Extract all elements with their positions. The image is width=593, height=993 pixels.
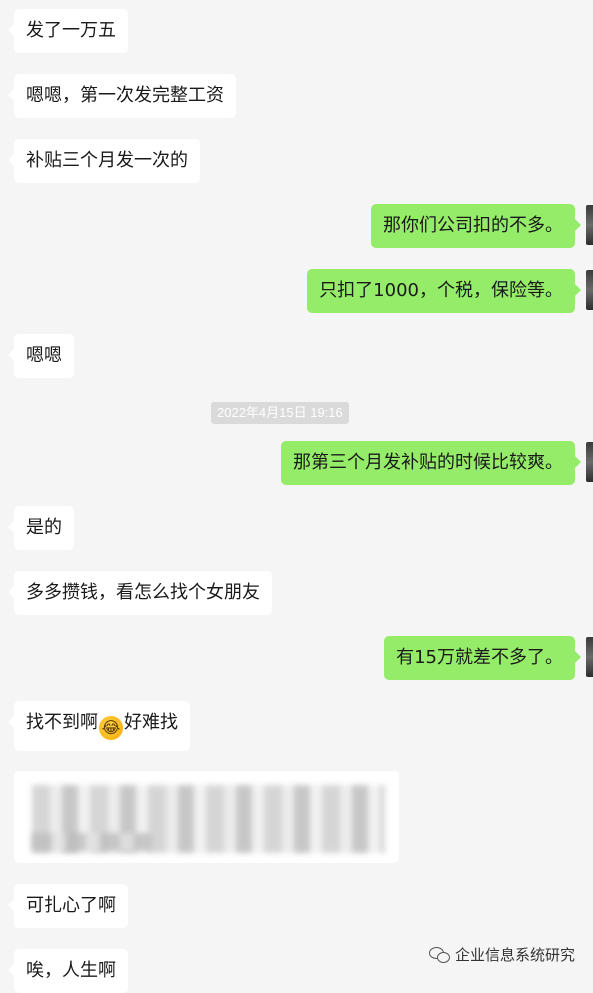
avatar[interactable] xyxy=(586,442,593,482)
message-bubble[interactable]: 可扎心了啊 xyxy=(8,884,128,928)
message-text: 那第三个月发补贴的时候比较爽。 xyxy=(293,452,563,473)
message-bubble[interactable]: 嗯嗯，第一次发完整工资 xyxy=(8,74,236,118)
message-text: 找不到啊 xyxy=(26,712,98,733)
message-bubble[interactable]: 唉，人生啊 xyxy=(8,949,128,993)
message-bubble[interactable]: 那你们公司扣的不多。 xyxy=(371,204,581,248)
message-text: 好难找 xyxy=(124,712,178,733)
message-text: 补贴三个月发一次的 xyxy=(26,150,188,171)
message-bubble[interactable]: 多多攒钱，看怎么找个女朋友 xyxy=(8,571,272,615)
avatar[interactable] xyxy=(586,205,593,245)
message-bubble[interactable]: 嗯嗯 xyxy=(8,334,74,378)
message-bubble[interactable]: 发了一万五 xyxy=(8,9,128,53)
message-text: 唉，人生啊 xyxy=(26,960,116,981)
watermark: 企业信息系统研究 xyxy=(428,944,575,965)
avatar[interactable] xyxy=(586,270,593,310)
message-text: 那你们公司扣的不多。 xyxy=(383,215,563,236)
watermark-text: 企业信息系统研究 xyxy=(454,946,575,964)
laughing-crying-emoji-icon: 😂 xyxy=(99,716,123,740)
message-bubble[interactable]: 只扣了1000，个税，保险等。 xyxy=(307,269,581,313)
message-bubble[interactable]: 那第三个月发补贴的时候比较爽。 xyxy=(281,441,581,485)
message-text: 嗯嗯 xyxy=(26,345,62,366)
message-bubble[interactable]: 补贴三个月发一次的 xyxy=(8,139,200,183)
message-bubble[interactable]: 有15万就差不多了。 xyxy=(384,636,581,680)
message-text: 嗯嗯，第一次发完整工资 xyxy=(26,85,224,106)
message-text: 可扎心了啊 xyxy=(26,895,116,916)
avatar[interactable] xyxy=(586,637,593,677)
message-text: 多多攒钱，看怎么找个女朋友 xyxy=(26,582,260,603)
chat-timestamp: 2022年4月15日 19:16 xyxy=(211,402,349,424)
message-text: 发了一万五 xyxy=(26,20,116,41)
message-bubble[interactable]: 是的 xyxy=(8,506,74,550)
mosaic-censor xyxy=(32,833,152,851)
message-bubble[interactable]: 找不到啊 😂 好难找 xyxy=(8,701,190,751)
message-text: 只扣了1000，个税，保险等。 xyxy=(319,280,563,301)
wechat-icon xyxy=(428,946,450,963)
message-text: 是的 xyxy=(26,517,62,538)
message-text: 有15万就差不多了。 xyxy=(396,647,563,668)
blurred-message-bubble[interactable] xyxy=(14,771,399,863)
